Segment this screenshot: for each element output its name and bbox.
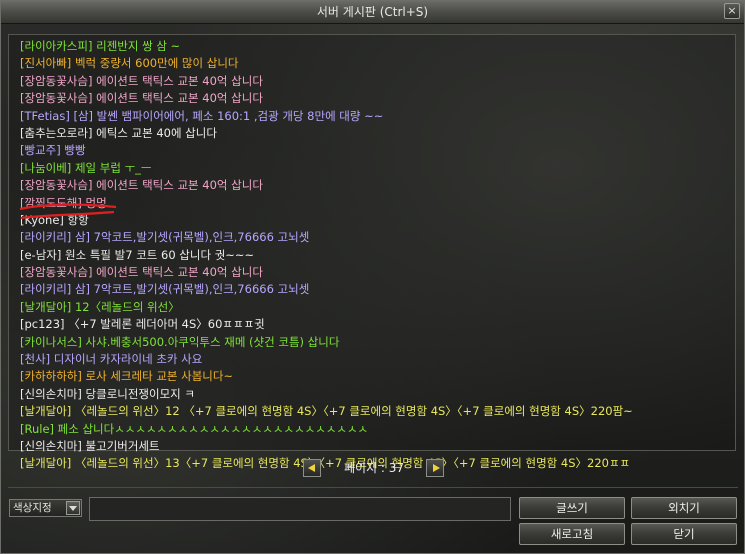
message-row[interactable]: [장암동꽃사슴] 에이션트 택틱스 교본 40억 삽니다 bbox=[20, 90, 633, 107]
triangle-down-icon bbox=[69, 506, 77, 511]
triangle-left-icon bbox=[308, 464, 315, 472]
message-row[interactable]: [e-남자] 원소 특필 발7 코트 60 삽니다 궛~~~ bbox=[20, 247, 633, 264]
message-row[interactable]: [나눔이베] 제일 부럽 ㅜ_ㅡ bbox=[20, 160, 633, 177]
next-page-button[interactable] bbox=[426, 459, 444, 477]
message-row[interactable]: [장암동꽃사슴] 에이션트 택틱스 교본 40억 삽니다 bbox=[20, 73, 633, 90]
color-select[interactable]: 색상지정 bbox=[9, 499, 82, 517]
prev-page-button[interactable] bbox=[303, 459, 321, 477]
triangle-right-icon bbox=[433, 464, 440, 472]
message-row[interactable]: [라이키리] 삼] 7악코트,발기셋(귀목벨),인크,76666 고뇌셋 bbox=[20, 229, 633, 246]
message-row[interactable]: [날개달아] 〈레놀드의 위선〉12 〈+7 클로에의 현명함 4S〉〈+7 클… bbox=[20, 403, 633, 420]
server-board-window: 서버 게시판 (Ctrl+S) × [라이아카스피] 리젠반지 쌍 삼 ~ [진서… bbox=[0, 0, 745, 554]
divider bbox=[8, 487, 738, 488]
message-row[interactable]: [장암동꽃사슴] 에이션트 택틱스 교본 40억 삽니다 bbox=[20, 264, 633, 281]
window-title: 서버 게시판 (Ctrl+S) bbox=[316, 5, 429, 19]
message-row[interactable]: [Rule] 페소 삽니다ㅅㅅㅅㅅㅅㅅㅅㅅㅅㅅㅅㅅㅅㅅㅅㅅㅅㅅㅅㅅㅅㅅㅅㅅ bbox=[20, 421, 633, 438]
message-row[interactable]: [천사] 디자이너 카자라이네 초카 사요 bbox=[20, 351, 633, 368]
message-row[interactable]: [카하하하하] 로사 세크레타 교본 사봅니다~ bbox=[20, 368, 633, 385]
message-row[interactable]: [빵교주] 빵빵 bbox=[20, 142, 633, 159]
message-row[interactable]: [Kyone] 항항 bbox=[20, 212, 633, 229]
message-list: [라이아카스피] 리젠반지 쌍 삼 ~ [진서아빠] 벡럭 중량서 600만에 많… bbox=[20, 38, 633, 473]
message-row[interactable]: [춤추는오로라] 에틱스 교본 40에 삽니다 bbox=[20, 125, 633, 142]
close-button[interactable]: 닫기 bbox=[631, 523, 737, 545]
pagination: 페이지 : 37 bbox=[301, 459, 445, 479]
message-row[interactable]: [신의손치마] 당클로니전쟁이모지 ㅋ bbox=[20, 386, 633, 403]
message-row[interactable]: [라이키리] 삼] 7악코트,발기셋(귀목벨),인크,76666 고뇌셋 bbox=[20, 281, 633, 298]
message-row[interactable]: [깜찍도도해] 멍멍 bbox=[20, 195, 633, 212]
message-row[interactable]: [TFetias] [삼] 발쎈 뱀파이어에어, 페소 160:1 ,검광 개당… bbox=[20, 108, 633, 125]
message-row[interactable]: [카이나서스] 사샤.베충서500.아쿠익투스 재메 (샷건 코틈) 삽니다 bbox=[20, 334, 633, 351]
shout-button[interactable]: 외치기 bbox=[631, 497, 737, 519]
color-select-label: 색상지정 bbox=[13, 502, 52, 514]
title-bar[interactable]: 서버 게시판 (Ctrl+S) × bbox=[1, 1, 744, 24]
message-panel: [라이아카스피] 리젠반지 쌍 삼 ~ [진서아빠] 벡럭 중량서 600만에 많… bbox=[8, 34, 736, 470]
page-indicator: 페이지 : 37 bbox=[343, 461, 405, 475]
message-row[interactable]: [pc123] 〈+7 발레론 레더아머 4S〉60ㅍㅍㅍ귓 bbox=[20, 316, 633, 333]
write-button[interactable]: 글쓰기 bbox=[519, 497, 625, 519]
message-row[interactable]: [날개달아] 12〈레놀드의 위선〉 bbox=[20, 299, 633, 316]
message-row[interactable]: [라이아카스피] 리젠반지 쌍 삼 ~ bbox=[20, 38, 633, 55]
message-input[interactable] bbox=[89, 497, 511, 521]
dropdown-button[interactable] bbox=[66, 501, 80, 515]
close-icon[interactable]: × bbox=[724, 3, 740, 19]
message-row[interactable]: [장암동꽃사슴] 에이션트 택틱스 교본 40억 삽니다 bbox=[20, 177, 633, 194]
message-row[interactable]: [진서아빠] 벡럭 중량서 600만에 많이 삽니다 bbox=[20, 55, 633, 72]
message-row[interactable]: [신의손치마] 불고기버거세트 bbox=[20, 438, 633, 455]
refresh-button[interactable]: 새로고침 bbox=[519, 523, 625, 545]
